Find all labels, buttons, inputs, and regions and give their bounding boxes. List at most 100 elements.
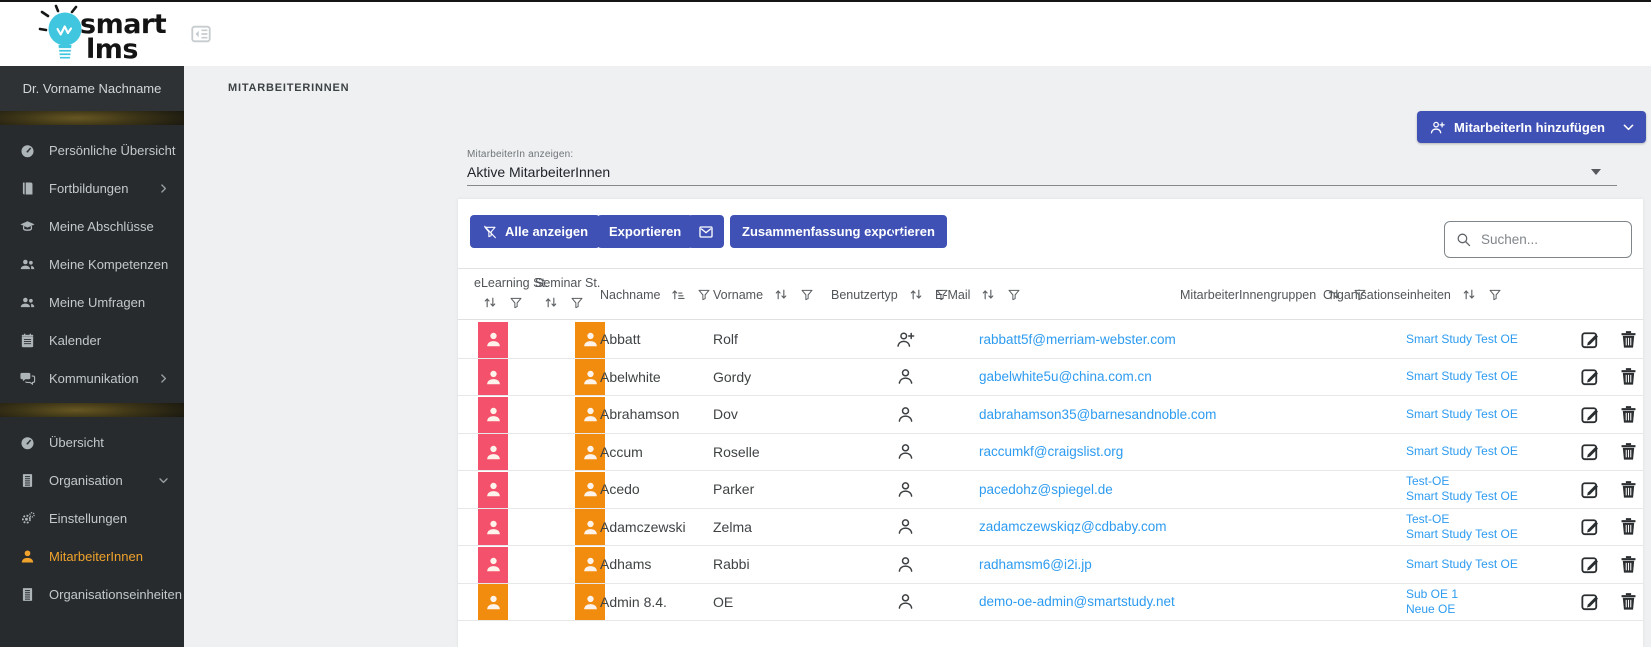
filter-funnel-icon[interactable] <box>696 287 712 303</box>
organisation-unit-link[interactable]: Smart Study Test OE <box>1406 444 1518 459</box>
sidebar-item-meine-kompetenzen[interactable]: Meine Kompetenzen <box>0 245 184 283</box>
header-icons <box>1459 286 1503 303</box>
sidebar-item-organisation[interactable]: Organisation <box>0 461 184 499</box>
edit-button[interactable] <box>1576 471 1604 508</box>
email-link[interactable]: radhamsm6@i2i.jp <box>979 546 1309 583</box>
column-header-e-mail: E-Mail <box>935 270 1022 319</box>
chevron-down-icon[interactable] <box>1621 120 1636 135</box>
organisation-unit-link[interactable]: Neue OE <box>1406 602 1455 617</box>
delete-button[interactable] <box>1615 509 1641 546</box>
delete-button[interactable] <box>1615 546 1641 583</box>
edit-button[interactable] <box>1576 321 1604 358</box>
email-link[interactable]: pacedohz@spiegel.de <box>979 471 1309 508</box>
cell-nachname: Adamczewski <box>600 509 712 546</box>
sidebar-item-personliche-ubersicht[interactable]: Persönliche Übersicht <box>0 131 184 169</box>
email-link[interactable]: rabbatt5f@merriam-webster.com <box>979 321 1309 358</box>
elearning-status-badge[interactable] <box>478 359 508 395</box>
cell-vorname: OE <box>713 584 828 621</box>
sidebar-section: ÜbersichtOrganisationEinstellungen Mitarb… <box>0 417 184 619</box>
email-link[interactable]: demo-oe-admin@smartstudy.net <box>979 584 1309 621</box>
refresh-icon[interactable] <box>888 221 907 240</box>
edit-button[interactable] <box>1576 546 1604 583</box>
cell-vorname: Parker <box>713 471 828 508</box>
sidebar-item-label: MitarbeiterInnen <box>49 549 170 564</box>
delete-button[interactable] <box>1615 321 1641 358</box>
organisation-unit-link[interactable]: Sub OE 1 <box>1406 587 1458 602</box>
sort-icon[interactable] <box>1459 286 1479 303</box>
sidebar-toggle-icon[interactable] <box>189 23 213 45</box>
sidebar-item-label: Persönliche Übersicht <box>49 143 175 158</box>
delete-button[interactable] <box>1615 471 1641 508</box>
organisation-unit-link[interactable]: Smart Study Test OE <box>1406 407 1518 422</box>
elearning-status-badge[interactable] <box>478 547 508 583</box>
cell-vorname: Rolf <box>713 321 828 358</box>
chevron-right-icon <box>157 182 170 195</box>
edit-button[interactable] <box>1576 509 1604 546</box>
organisation-unit-link[interactable]: Smart Study Test OE <box>1406 557 1518 572</box>
organisation-unit-link[interactable]: Smart Study Test OE <box>1406 332 1518 347</box>
elearning-status-badge[interactable] <box>478 434 508 470</box>
sort-icon[interactable] <box>906 286 926 303</box>
edit-button[interactable] <box>1576 396 1604 433</box>
delete-button[interactable] <box>1615 359 1641 396</box>
delete-button[interactable] <box>1615 434 1641 471</box>
filter-funnel-icon[interactable] <box>1487 287 1503 303</box>
export-summary-button[interactable]: Zusammenfassung exportieren <box>730 215 947 248</box>
column-header-organisationseinheiten: Organisationseinheiten <box>1323 270 1503 319</box>
export-button[interactable]: Exportieren <box>597 215 693 248</box>
organisation-unit-link[interactable]: Smart Study Test OE <box>1406 489 1518 504</box>
organisation-unit-link[interactable]: Smart Study Test OE <box>1406 369 1518 384</box>
sort-icon[interactable] <box>541 294 561 311</box>
cell-nachname: Accum <box>600 434 712 471</box>
sidebar-item-label: Kalender <box>49 333 170 348</box>
sidebar-item-kalender[interactable]: Kalender <box>0 321 184 359</box>
edit-button[interactable] <box>1576 359 1604 396</box>
person-icon <box>895 396 921 433</box>
chevron-down-icon <box>157 474 170 487</box>
delete-button[interactable] <box>1615 584 1641 621</box>
filter-off-icon <box>482 224 498 240</box>
sort-icon[interactable] <box>978 286 998 303</box>
organisation-unit-link[interactable]: Test-OE <box>1406 512 1449 527</box>
cell-vorname: Gordy <box>713 359 828 396</box>
show-all-button[interactable]: Alle anzeigen <box>470 215 600 248</box>
elearning-status-badge[interactable] <box>478 509 508 545</box>
cell-organisationseinheiten: Smart Study Test OE <box>1406 359 1581 396</box>
sidebar-item-meine-umfragen[interactable]: Meine Umfragen <box>0 283 184 321</box>
mail-button[interactable] <box>688 215 724 248</box>
sort-icon[interactable] <box>771 286 791 303</box>
elearning-status-badge[interactable] <box>478 584 508 620</box>
edit-button[interactable] <box>1576 434 1604 471</box>
sort-ascending-icon[interactable] <box>668 286 688 303</box>
filter-funnel-icon[interactable] <box>799 287 815 303</box>
cell-nachname: Adhams <box>600 546 712 583</box>
sidebar-item-mitarbeiterinnen[interactable]: MitarbeiterInnen <box>0 537 184 575</box>
email-link[interactable]: dabrahamson35@barnesandnoble.com <box>979 396 1309 433</box>
search-input[interactable] <box>1481 232 1621 247</box>
organisation-unit-link[interactable]: Test-OE <box>1406 474 1449 489</box>
sidebar-item-fortbildungen[interactable]: Fortbildungen <box>0 169 184 207</box>
filter-funnel-icon[interactable] <box>569 295 585 311</box>
elearning-status-badge[interactable] <box>478 472 508 508</box>
filter-funnel-icon[interactable] <box>1006 287 1022 303</box>
delete-button[interactable] <box>1615 396 1641 433</box>
sort-icon[interactable] <box>480 294 500 311</box>
elearning-status-badge[interactable] <box>478 397 508 433</box>
elearning-status-badge[interactable] <box>478 322 508 358</box>
email-link[interactable]: raccumkf@craigslist.org <box>979 434 1309 471</box>
column-header-seminar-st: Seminar St. <box>535 276 600 311</box>
employee-filter-select[interactable]: MitarbeiterIn anzeigen: Aktive Mitarbeit… <box>467 149 1617 186</box>
email-link[interactable]: zadamczewskiqz@cdbaby.com <box>979 509 1309 546</box>
column-header-vorname: Vorname <box>713 270 815 319</box>
sidebar-item-ubersicht[interactable]: Übersicht <box>0 423 184 461</box>
filter-funnel-icon[interactable] <box>508 295 524 311</box>
sidebar-item-organisationseinheiten[interactable]: Organisationseinheiten <box>0 575 184 613</box>
edit-button[interactable] <box>1576 584 1604 621</box>
organisation-unit-link[interactable]: Smart Study Test OE <box>1406 527 1518 542</box>
email-link[interactable]: gabelwhite5u@china.com.cn <box>979 359 1309 396</box>
header-icons <box>771 286 815 303</box>
sidebar-item-meine-abschlusse[interactable]: Meine Abschlüsse <box>0 207 184 245</box>
add-employee-button[interactable]: MitarbeiterIn hinzufügen <box>1417 111 1646 143</box>
sidebar-item-einstellungen[interactable]: Einstellungen <box>0 499 184 537</box>
sidebar-item-kommunikation[interactable]: Kommunikation <box>0 359 184 397</box>
